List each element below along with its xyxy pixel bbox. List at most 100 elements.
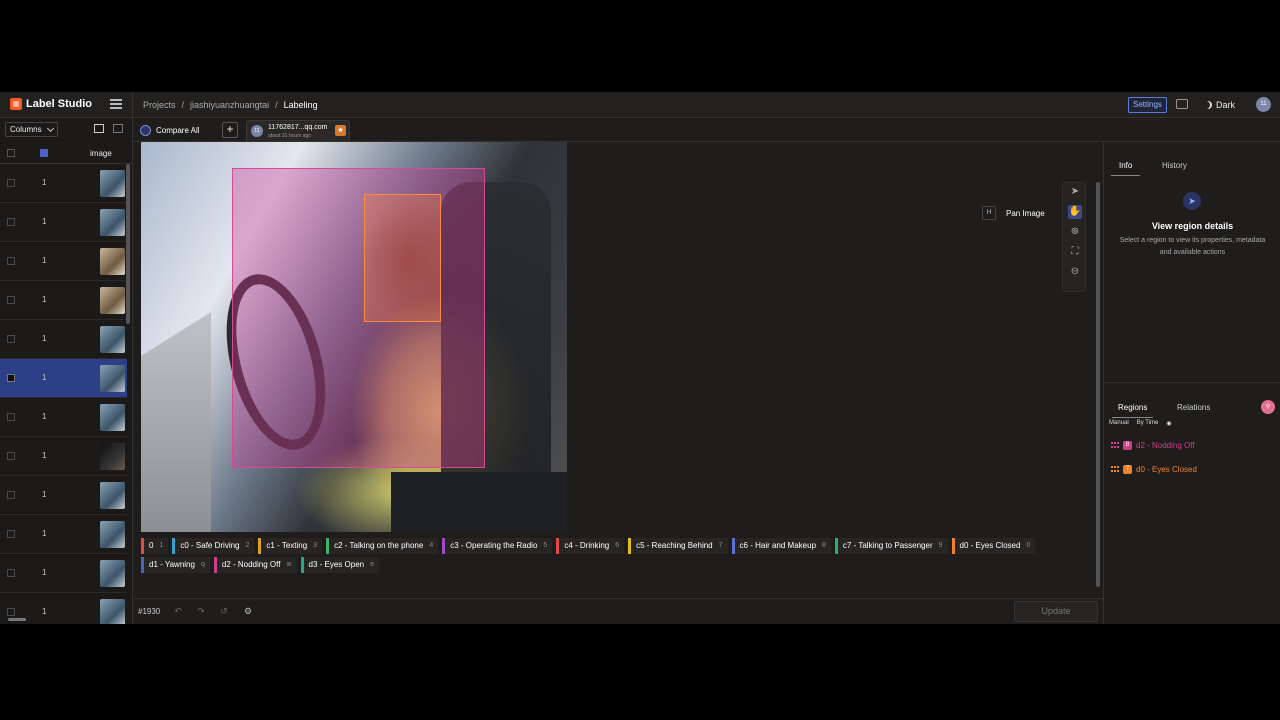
region-box-eyes-closed[interactable] bbox=[364, 194, 441, 322]
table-row[interactable]: 1 bbox=[0, 281, 127, 320]
row-checkbox[interactable] bbox=[7, 296, 15, 304]
row-checkbox[interactable] bbox=[7, 569, 15, 577]
row-checkbox[interactable] bbox=[7, 413, 15, 421]
row-checkbox[interactable] bbox=[7, 452, 15, 460]
breadcrumb: Projects / jiashiyuanzhuangtai / Labelin… bbox=[143, 100, 318, 110]
table-row[interactable]: 1 bbox=[0, 554, 127, 593]
star-icon[interactable]: ★ bbox=[335, 125, 346, 136]
row-checkbox[interactable] bbox=[7, 335, 15, 343]
row-checkbox[interactable] bbox=[7, 257, 15, 265]
label-button[interactable]: d2 - Nodding Off w bbox=[213, 557, 297, 573]
sort-manual[interactable]: Manual bbox=[1109, 420, 1129, 430]
theme-toggle[interactable]: Dark bbox=[1204, 100, 1235, 110]
label-name: 0 bbox=[149, 541, 154, 550]
label-hotkey: 3 bbox=[313, 542, 318, 549]
settings-button[interactable]: Settings bbox=[1128, 97, 1167, 113]
label-name: d3 - Eyes Open bbox=[308, 560, 365, 569]
table-row[interactable]: 1 bbox=[0, 359, 127, 398]
table-row[interactable]: 1 bbox=[0, 398, 127, 437]
table-row[interactable]: 1 bbox=[0, 515, 127, 554]
drag-handle-icon[interactable] bbox=[1111, 466, 1119, 472]
sort-by-time[interactable]: By Time bbox=[1137, 420, 1159, 430]
table-row[interactable]: 1 bbox=[0, 203, 127, 242]
label-button[interactable]: c1 - Texting 3 bbox=[258, 538, 323, 554]
row-checkbox[interactable] bbox=[7, 374, 15, 382]
fit-to-screen-icon[interactable]: ⛶ bbox=[1068, 245, 1082, 259]
label-button[interactable]: d3 - Eyes Open e bbox=[300, 557, 379, 573]
row-value: 1 bbox=[42, 334, 47, 343]
list-view-icon[interactable] bbox=[94, 124, 104, 133]
vertical-scrollbar[interactable] bbox=[126, 164, 130, 324]
row-thumbnail bbox=[100, 248, 125, 275]
regions-tabs: Regions Relations bbox=[1104, 400, 1280, 418]
row-checkbox[interactable] bbox=[7, 179, 15, 187]
table-row[interactable]: 1 bbox=[0, 320, 127, 359]
cursor-icon[interactable]: ➤ bbox=[1068, 185, 1082, 199]
label-button[interactable]: 01 bbox=[141, 538, 169, 554]
region-item[interactable]: 7 d0 - Eyes Closed bbox=[1111, 463, 1197, 475]
label-button[interactable]: c7 - Talking to Passenger 9 bbox=[834, 538, 948, 554]
update-button[interactable]: Update bbox=[1014, 601, 1098, 622]
select-all-checkbox[interactable] bbox=[7, 149, 15, 157]
label-button[interactable]: c0 - Safe Driving 2 bbox=[172, 538, 255, 554]
table-row[interactable]: 1 bbox=[0, 164, 127, 203]
label-button[interactable]: d1 - Yawning q bbox=[141, 557, 210, 573]
label-button[interactable]: c4 - Drinking 6 bbox=[556, 538, 625, 554]
label-studio-logo-icon bbox=[10, 98, 22, 110]
user-avatar[interactable]: 11 bbox=[1256, 97, 1271, 112]
task-image[interactable] bbox=[141, 142, 567, 532]
relations-avatar[interactable]: ⚲ bbox=[1261, 400, 1275, 414]
keyboard-shortcuts-icon[interactable] bbox=[1176, 99, 1188, 109]
add-annotation-button[interactable]: + bbox=[222, 122, 238, 138]
tab-relations[interactable]: Relations bbox=[1177, 400, 1210, 416]
row-checkbox[interactable] bbox=[7, 491, 15, 499]
label-button[interactable]: d0 - Eyes Closed 0 bbox=[951, 538, 1036, 554]
reset-icon[interactable]: ↺ bbox=[219, 606, 229, 616]
canvas-scrollbar[interactable] bbox=[1096, 182, 1100, 587]
drag-handle-icon[interactable] bbox=[1111, 442, 1119, 448]
label-button[interactable]: c6 - Hair and Makeup 8 bbox=[731, 538, 831, 554]
label-hotkey: 4 bbox=[429, 542, 434, 549]
cursor-pointer-icon: ➤ bbox=[1183, 192, 1201, 210]
image-column-header[interactable]: image bbox=[90, 149, 112, 158]
table-row[interactable]: 1 bbox=[0, 476, 127, 515]
label-button[interactable]: c3 - Operating the Radio 5 bbox=[442, 538, 553, 554]
table-row[interactable]: 1 bbox=[0, 242, 127, 281]
hotkey-badge: H bbox=[982, 206, 996, 220]
eye-icon[interactable]: ◉ bbox=[1166, 420, 1171, 430]
menu-icon[interactable] bbox=[110, 99, 122, 109]
zoom-in-icon[interactable]: ⊕ bbox=[1068, 225, 1082, 239]
settings-sliders-icon[interactable]: ⚙ bbox=[243, 606, 253, 616]
annotation-tab[interactable]: 11 11762817...qq.com about 31 hours ago … bbox=[246, 120, 350, 141]
label-name: d0 - Eyes Closed bbox=[959, 541, 1021, 550]
row-checkbox[interactable] bbox=[7, 608, 15, 616]
theme-label: Dark bbox=[1216, 100, 1236, 110]
columns-dropdown[interactable]: Columns bbox=[5, 122, 58, 137]
zoom-out-icon[interactable]: ⊖ bbox=[1068, 265, 1082, 279]
undo-icon[interactable]: ↶ bbox=[173, 606, 183, 616]
annotator-avatar: 11 bbox=[251, 125, 263, 137]
tab-regions[interactable]: Regions bbox=[1111, 400, 1154, 418]
app-logo[interactable]: Label Studio bbox=[10, 98, 92, 110]
row-checkbox[interactable] bbox=[7, 218, 15, 226]
region-box-nodding-off[interactable] bbox=[232, 168, 485, 468]
center-console bbox=[391, 472, 567, 532]
grid-view-icon[interactable] bbox=[113, 124, 123, 133]
label-button[interactable]: c2 - Talking on the phone 4 bbox=[326, 538, 439, 554]
compare-all-button[interactable]: Compare All bbox=[140, 122, 200, 138]
label-button[interactable]: c5 - Reaching Behind 7 bbox=[628, 538, 728, 554]
row-thumbnail bbox=[100, 287, 125, 314]
tab-history[interactable]: History bbox=[1162, 158, 1187, 174]
label-name: c1 - Texting bbox=[266, 541, 308, 550]
tab-info[interactable]: Info bbox=[1110, 158, 1141, 176]
breadcrumb-project[interactable]: jiashiyuanzhuangtai bbox=[190, 100, 269, 110]
label-hotkey: q bbox=[200, 561, 205, 568]
horizontal-scrollbar[interactable] bbox=[8, 618, 26, 621]
region-item[interactable]: 8 d2 - Nodding Off bbox=[1111, 439, 1195, 451]
label-name: c2 - Talking on the phone bbox=[334, 541, 424, 550]
hand-pan-icon[interactable]: ✋ bbox=[1068, 205, 1082, 219]
row-checkbox[interactable] bbox=[7, 530, 15, 538]
redo-icon[interactable]: ↷ bbox=[196, 606, 206, 616]
table-row[interactable]: 1 bbox=[0, 437, 127, 476]
breadcrumb-projects[interactable]: Projects bbox=[143, 100, 176, 110]
